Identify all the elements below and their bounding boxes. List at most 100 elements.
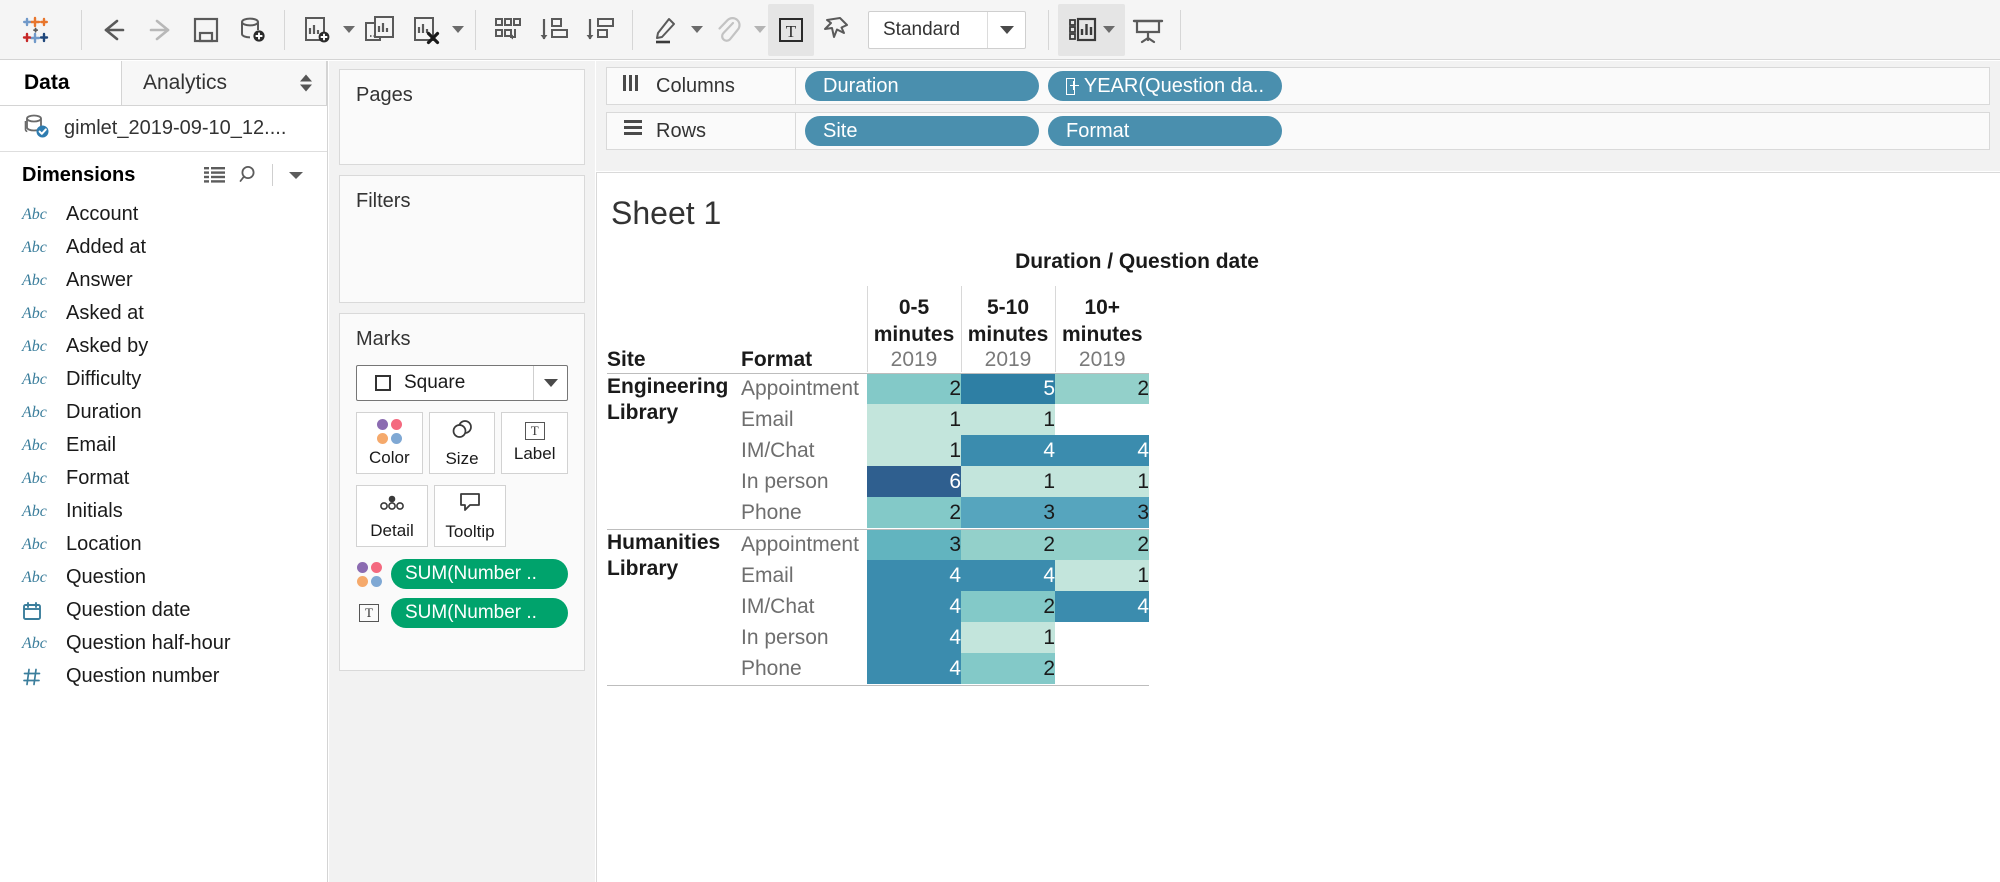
search-icon[interactable] bbox=[232, 164, 266, 186]
row-label-format[interactable]: Appointment bbox=[741, 373, 867, 404]
highlight-dropdown-icon[interactable] bbox=[691, 26, 703, 33]
show-me-button[interactable] bbox=[1058, 3, 1125, 56]
group-members-dropdown-icon[interactable] bbox=[754, 26, 766, 33]
heatmap-cell[interactable]: 1 bbox=[961, 622, 1055, 653]
dimension-field-question-date[interactable]: Question date bbox=[0, 594, 327, 627]
marks-label-pill[interactable]: SUM(Number .. bbox=[391, 598, 568, 628]
pages-card[interactable]: Pages bbox=[339, 69, 585, 165]
column-header-2[interactable]: 10+ minutes bbox=[1054, 286, 1149, 348]
chevron-down-icon[interactable] bbox=[279, 168, 313, 182]
heatmap-cell[interactable]: 2 bbox=[867, 497, 961, 528]
row-label-format[interactable]: In person bbox=[741, 622, 867, 653]
row-label-site[interactable]: Humanities Library bbox=[607, 529, 741, 684]
marks-color-pill[interactable]: SUM(Number .. bbox=[391, 559, 568, 589]
tab-analytics[interactable]: Analytics bbox=[122, 61, 327, 105]
heatmap-cell[interactable]: 3 bbox=[1055, 497, 1149, 528]
heatmap-cell[interactable]: 4 bbox=[867, 560, 961, 591]
row-label-format[interactable]: IM/Chat bbox=[741, 435, 867, 466]
row-header-site[interactable]: Site bbox=[607, 348, 741, 372]
dimension-field-asked-by[interactable]: Abc Asked by bbox=[0, 330, 327, 363]
rows-shelf-pills[interactable]: Site Format bbox=[796, 112, 1990, 150]
marks-detail-button[interactable]: Detail bbox=[356, 485, 428, 547]
tableau-logo[interactable] bbox=[0, 12, 72, 48]
list-view-icon[interactable] bbox=[198, 166, 232, 184]
new-data-source-button[interactable] bbox=[229, 4, 275, 56]
heatmap-cell[interactable]: 4 bbox=[1055, 435, 1149, 466]
highlight-button[interactable] bbox=[642, 4, 688, 56]
heatmap-cell[interactable] bbox=[1055, 622, 1149, 653]
marks-tooltip-button[interactable]: Tooltip bbox=[434, 485, 506, 547]
row-label-site[interactable]: Engineering Library bbox=[607, 373, 741, 528]
marks-size-button[interactable]: Size bbox=[428, 412, 496, 474]
fix-axes-button[interactable] bbox=[814, 4, 860, 56]
pane-spinner-icon[interactable] bbox=[300, 74, 312, 92]
mark-type-dropdown[interactable]: Square bbox=[356, 365, 568, 401]
dimension-field-initials[interactable]: Abc Initials bbox=[0, 495, 327, 528]
marks-label-button[interactable]: T Label bbox=[501, 412, 569, 474]
heatmap-cell[interactable]: 5 bbox=[961, 373, 1055, 404]
heatmap-cell[interactable]: 4 bbox=[961, 560, 1055, 591]
row-header-format[interactable]: Format bbox=[741, 348, 867, 372]
heatmap-cell[interactable]: 2 bbox=[961, 653, 1055, 684]
duplicate-sheet-button[interactable] bbox=[357, 4, 403, 56]
column-subheader-year-1[interactable]: 2019 bbox=[960, 348, 1055, 372]
mark-type-dropdown-arrow-icon[interactable] bbox=[533, 366, 567, 400]
heatmap-cell[interactable]: 1 bbox=[867, 404, 961, 435]
column-subheader-year-0[interactable]: 2019 bbox=[866, 348, 961, 372]
dimension-field-question-half-hour[interactable]: Abc Question half-hour bbox=[0, 627, 327, 660]
heatmap-cell[interactable]: 4 bbox=[1055, 591, 1149, 622]
fit-dropdown[interactable]: Standard bbox=[868, 10, 1026, 49]
dimension-field-added-at[interactable]: Abc Added at bbox=[0, 231, 327, 264]
group-members-button[interactable] bbox=[705, 4, 751, 56]
sort-descending-button[interactable] bbox=[577, 4, 623, 56]
fit-dropdown-arrow-icon[interactable] bbox=[987, 11, 1025, 48]
sort-ascending-button[interactable] bbox=[531, 4, 577, 56]
heatmap-cell[interactable]: 6 bbox=[867, 466, 961, 497]
clear-sheet-button[interactable] bbox=[403, 4, 449, 56]
dimension-field-difficulty[interactable]: Abc Difficulty bbox=[0, 363, 327, 396]
heatmap-cell[interactable] bbox=[1055, 653, 1149, 684]
heatmap-cell[interactable]: 1 bbox=[961, 404, 1055, 435]
dimension-field-answer[interactable]: Abc Answer bbox=[0, 264, 327, 297]
row-label-format[interactable]: Appointment bbox=[741, 529, 867, 560]
dimension-field-account[interactable]: Abc Account bbox=[0, 198, 327, 231]
row-label-format[interactable]: Email bbox=[741, 404, 867, 435]
heatmap-cell[interactable]: 4 bbox=[961, 435, 1055, 466]
row-label-format[interactable]: IM/Chat bbox=[741, 591, 867, 622]
heatmap-cell[interactable]: 4 bbox=[867, 622, 961, 653]
filters-card[interactable]: Filters bbox=[339, 175, 585, 303]
pill-duration[interactable]: Duration bbox=[805, 71, 1039, 101]
heatmap-cell[interactable]: 1 bbox=[1055, 560, 1149, 591]
row-label-format[interactable]: In person bbox=[741, 466, 867, 497]
heatmap-cell[interactable]: 2 bbox=[1055, 373, 1149, 404]
pill-site[interactable]: Site bbox=[805, 116, 1039, 146]
heatmap-cell[interactable]: 1 bbox=[867, 435, 961, 466]
plus-box-icon[interactable] bbox=[1066, 77, 1079, 95]
columns-shelf-pills[interactable]: Duration YEAR(Question da.. bbox=[796, 67, 1990, 105]
new-worksheet-dropdown-icon[interactable] bbox=[343, 26, 355, 33]
dimension-field-email[interactable]: Abc Email bbox=[0, 429, 327, 462]
clear-sheet-dropdown-icon[interactable] bbox=[452, 26, 464, 33]
dimension-field-question-number[interactable]: Question number bbox=[0, 660, 327, 693]
heatmap-cell[interactable]: 2 bbox=[961, 591, 1055, 622]
forward-button[interactable] bbox=[137, 4, 183, 56]
heatmap-cell[interactable]: 1 bbox=[1055, 466, 1149, 497]
row-label-format[interactable]: Phone bbox=[741, 497, 867, 528]
dimension-field-asked-at[interactable]: Abc Asked at bbox=[0, 297, 327, 330]
heatmap-cell[interactable]: 2 bbox=[961, 529, 1055, 560]
save-button[interactable] bbox=[183, 4, 229, 56]
swap-rows-columns-button[interactable] bbox=[485, 4, 531, 56]
marks-color-button[interactable]: Color bbox=[356, 412, 423, 474]
show-mark-labels-button[interactable]: T bbox=[768, 3, 814, 56]
heatmap-cell[interactable]: 1 bbox=[961, 466, 1055, 497]
tab-data[interactable]: Data bbox=[0, 61, 122, 105]
show-me-dropdown-icon[interactable] bbox=[1103, 26, 1115, 33]
back-button[interactable] bbox=[91, 4, 137, 56]
row-label-format[interactable]: Phone bbox=[741, 653, 867, 684]
row-label-format[interactable]: Email bbox=[741, 560, 867, 591]
dimension-field-question[interactable]: Abc Question bbox=[0, 561, 327, 594]
column-header-1[interactable]: 5-10 minutes bbox=[960, 286, 1055, 348]
heatmap-cell[interactable]: 2 bbox=[1055, 529, 1149, 560]
column-header-0[interactable]: 0-5 minutes bbox=[866, 286, 961, 348]
heatmap-cell[interactable]: 3 bbox=[867, 529, 961, 560]
